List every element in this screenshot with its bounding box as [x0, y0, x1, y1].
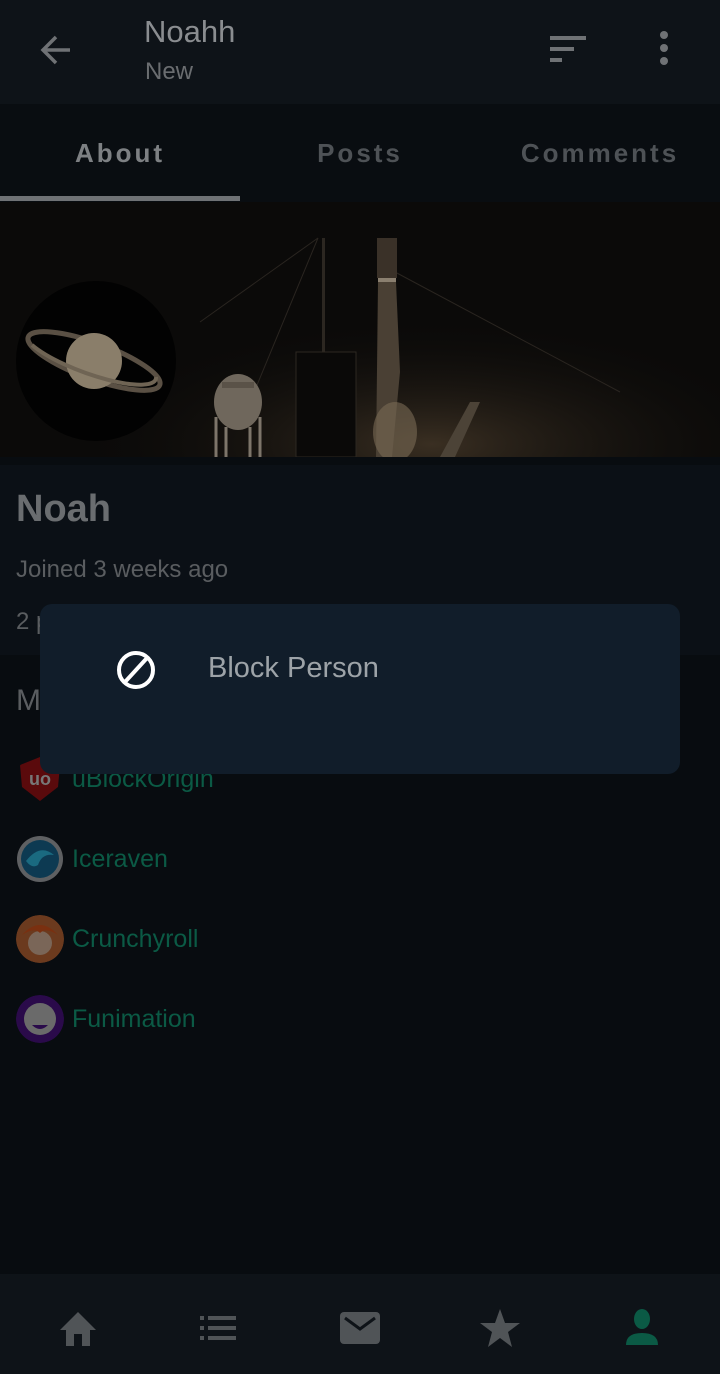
tab-about[interactable]: About [0, 104, 240, 202]
sort-subtitle: New [145, 58, 194, 85]
tab-comments[interactable]: Comments [480, 104, 720, 202]
block-icon [117, 651, 155, 689]
nav-profile[interactable] [602, 1298, 682, 1358]
community-item[interactable]: Funimation [16, 994, 196, 1044]
more-options-button[interactable] [648, 28, 680, 72]
funimation-icon [16, 995, 64, 1043]
options-dialog: Block Person [40, 604, 680, 774]
sort-button[interactable] [546, 32, 590, 68]
sort-icon [550, 36, 586, 62]
block-person-item[interactable]: Block Person [40, 604, 680, 736]
app-bar: Noahh New [0, 0, 720, 104]
nav-inbox[interactable] [320, 1298, 400, 1358]
back-button[interactable] [36, 30, 76, 70]
community-item[interactable]: Iceraven [16, 834, 168, 884]
crunchyroll-icon [16, 915, 64, 963]
nav-home[interactable] [38, 1298, 118, 1358]
tab-indicator [0, 196, 240, 201]
tab-bar: About Posts Comments [0, 104, 720, 204]
block-person-label: Block Person [208, 652, 379, 684]
community-item[interactable]: Crunchyroll [16, 914, 198, 964]
nav-saved[interactable] [460, 1298, 540, 1358]
more-vertical-icon [660, 31, 668, 65]
iceraven-icon [17, 836, 63, 882]
joined-date: Joined 3 weeks ago [16, 556, 229, 583]
home-icon [60, 1312, 96, 1346]
bottom-navigation [0, 1274, 720, 1374]
moderates-heading: M [16, 684, 41, 717]
saturn-icon [25, 329, 163, 393]
list-icon [200, 1316, 236, 1340]
arrow-left-icon [40, 35, 70, 65]
community-name: Iceraven [72, 844, 168, 873]
mail-icon [340, 1312, 380, 1344]
tab-posts[interactable]: Posts [240, 104, 480, 202]
person-icon [626, 1309, 658, 1345]
community-name: Crunchyroll [72, 924, 199, 953]
profile-name: Noah [16, 488, 111, 530]
star-icon [480, 1309, 520, 1347]
community-name: Funimation [72, 1004, 196, 1033]
profile-avatar [16, 281, 176, 441]
nav-list[interactable] [178, 1298, 258, 1358]
page-title: Noahh [144, 14, 236, 49]
